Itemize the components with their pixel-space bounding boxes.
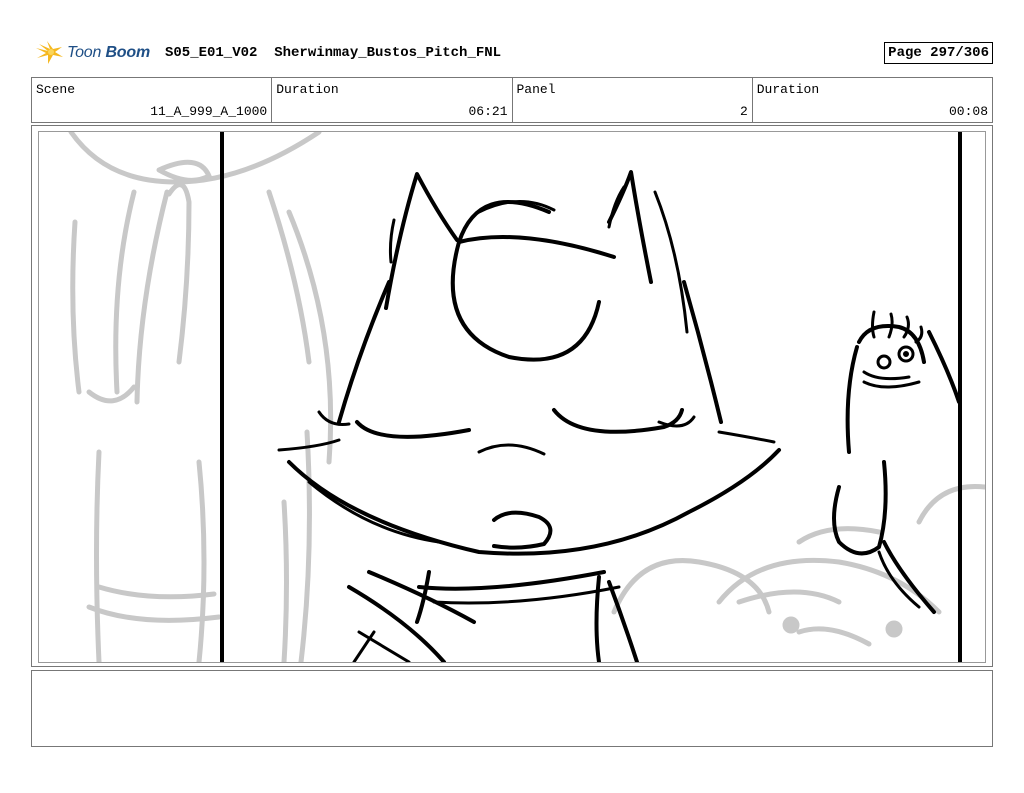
logo-text: Toon Boom (67, 44, 150, 61)
panel-cell: Panel 2 (513, 78, 753, 122)
scene-info-row: Scene 11_A_999_A_1000 Duration 06:21 Pan… (31, 77, 993, 123)
scene-duration-value: 06:21 (468, 104, 508, 119)
scene-duration-label: Duration (276, 82, 339, 97)
storyboard-sketch (68, 132, 985, 662)
toon-boom-star-icon (36, 41, 63, 64)
scene-duration-cell: Duration 06:21 (272, 78, 513, 122)
toon-boom-logo: Toon Boom (34, 40, 150, 66)
panel-value: 2 (739, 104, 748, 119)
scene-cell: Scene 11_A_999_A_1000 (32, 78, 273, 122)
panel-duration-label: Duration (756, 82, 820, 97)
storyboard-panel (38, 131, 986, 663)
panel-notes (31, 670, 993, 747)
page-header: Toon Boom S05_E01_V02 Sherwinmay_Bustos_… (31, 38, 993, 68)
scene-value: 11_A_999_A_1000 (150, 104, 268, 119)
page-number: Page 297/306 (884, 42, 993, 64)
cat-character-sketch (277, 170, 781, 662)
scene-label: Scene (36, 82, 76, 97)
panel-duration-value: 00:08 (948, 104, 988, 119)
panel-label: Panel (516, 82, 556, 97)
panel-duration-cell: Duration 00:08 (753, 78, 992, 122)
storyboard-panel-frame (31, 125, 993, 667)
document-title: S05_E01_V02 Sherwinmay_Bustos_Pitch_FNL (165, 45, 502, 61)
